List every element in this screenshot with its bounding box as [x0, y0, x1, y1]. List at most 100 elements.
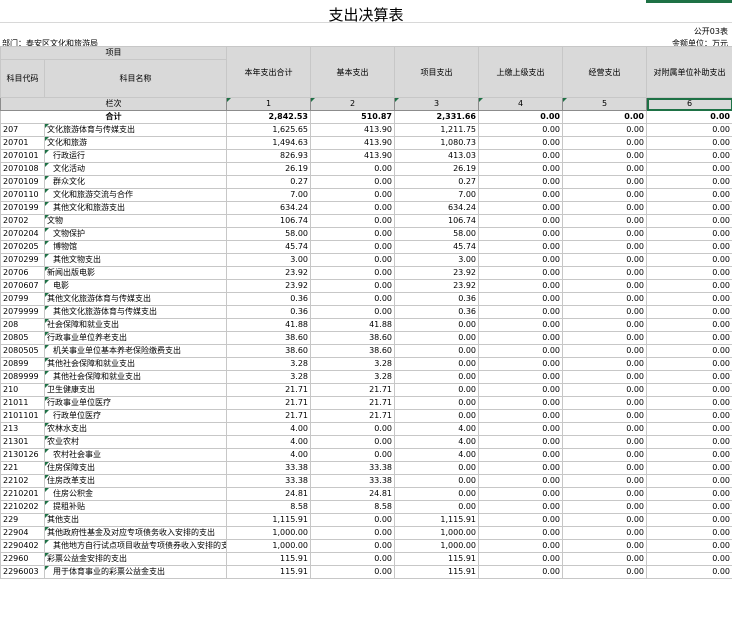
cell-value-1[interactable]: 33.38	[226, 461, 311, 475]
cell-value-2[interactable]: 38.60	[310, 331, 395, 345]
total-value-4[interactable]: 0.00	[478, 110, 563, 124]
cell-value-5[interactable]: 0.00	[562, 565, 647, 579]
cell-name[interactable]: 彩票公益金安排的支出	[44, 552, 227, 566]
cell-value-5[interactable]: 0.00	[562, 175, 647, 189]
cell-value-1[interactable]: 4.00	[226, 448, 311, 462]
total-value-3[interactable]: 2,331.66	[394, 110, 479, 124]
cell-value-2[interactable]: 0.00	[310, 188, 395, 202]
cell-value-6[interactable]: 0.00	[646, 448, 732, 462]
cell-value-4[interactable]: 0.00	[478, 565, 563, 579]
header-col-3[interactable]: 项目支出	[394, 46, 479, 98]
cell-value-3[interactable]: 0.00	[394, 396, 479, 410]
cell-code[interactable]: 2070204	[0, 227, 45, 241]
cell-code[interactable]: 2290402	[0, 539, 45, 553]
header-col-5[interactable]: 经营支出	[562, 46, 647, 98]
cell-value-4[interactable]: 0.00	[478, 279, 563, 293]
cell-value-6[interactable]: 0.00	[646, 383, 732, 397]
cell-code[interactable]: 2070110	[0, 188, 45, 202]
cell-code[interactable]: 221	[0, 461, 45, 475]
cell-value-5[interactable]: 0.00	[562, 214, 647, 228]
cell-value-3[interactable]: 23.92	[394, 266, 479, 280]
cell-value-6[interactable]: 0.00	[646, 149, 732, 163]
cell-value-2[interactable]: 413.90	[310, 136, 395, 150]
cell-value-2[interactable]: 0.00	[310, 539, 395, 553]
cell-value-2[interactable]: 0.00	[310, 435, 395, 449]
cell-code[interactable]: 213	[0, 422, 45, 436]
cell-value-1[interactable]: 45.74	[226, 240, 311, 254]
cell-value-1[interactable]: 38.60	[226, 344, 311, 358]
cell-value-5[interactable]: 0.00	[562, 422, 647, 436]
cell-value-6[interactable]: 0.00	[646, 552, 732, 566]
cell-value-3[interactable]: 0.00	[394, 461, 479, 475]
cell-value-1[interactable]: 21.71	[226, 396, 311, 410]
cell-value-3[interactable]: 4.00	[394, 435, 479, 449]
cell-value-1[interactable]: 7.00	[226, 188, 311, 202]
cell-value-5[interactable]: 0.00	[562, 409, 647, 423]
cell-name[interactable]: 其他社会保障和就业支出	[44, 357, 227, 371]
cell-code[interactable]: 21011	[0, 396, 45, 410]
cell-name[interactable]: 博物馆	[44, 240, 227, 254]
cell-value-3[interactable]: 1,080.73	[394, 136, 479, 150]
cell-value-5[interactable]: 0.00	[562, 227, 647, 241]
lanci-label[interactable]: 栏次	[0, 97, 227, 111]
cell-code[interactable]: 22904	[0, 526, 45, 540]
cell-value-6[interactable]: 0.00	[646, 474, 732, 488]
cell-value-1[interactable]: 115.91	[226, 565, 311, 579]
cell-value-6[interactable]: 0.00	[646, 188, 732, 202]
cell-code[interactable]: 2070205	[0, 240, 45, 254]
cell-name[interactable]: 社会保障和就业支出	[44, 318, 227, 332]
cell-code[interactable]: 2079999	[0, 305, 45, 319]
lanci-2[interactable]: 2	[310, 97, 395, 111]
cell-name[interactable]: 住房改革支出	[44, 474, 227, 488]
cell-value-3[interactable]: 115.91	[394, 552, 479, 566]
cell-value-5[interactable]: 0.00	[562, 370, 647, 384]
cell-value-3[interactable]: 0.36	[394, 292, 479, 306]
cell-name[interactable]: 群众文化	[44, 175, 227, 189]
cell-value-4[interactable]: 0.00	[478, 188, 563, 202]
cell-value-6[interactable]: 0.00	[646, 539, 732, 553]
cell-value-6[interactable]: 0.00	[646, 526, 732, 540]
cell-value-5[interactable]: 0.00	[562, 435, 647, 449]
cell-value-1[interactable]: 4.00	[226, 422, 311, 436]
header-col-6[interactable]: 对附属单位补助支出	[646, 46, 732, 98]
cell-value-2[interactable]: 413.90	[310, 149, 395, 163]
cell-value-5[interactable]: 0.00	[562, 513, 647, 527]
cell-value-1[interactable]: 8.58	[226, 500, 311, 514]
cell-value-4[interactable]: 0.00	[478, 526, 563, 540]
cell-value-4[interactable]: 0.00	[478, 162, 563, 176]
cell-value-3[interactable]: 0.27	[394, 175, 479, 189]
cell-value-6[interactable]: 0.00	[646, 357, 732, 371]
cell-name[interactable]: 住房保障支出	[44, 461, 227, 475]
cell-value-4[interactable]: 0.00	[478, 253, 563, 267]
cell-value-5[interactable]: 0.00	[562, 526, 647, 540]
cell-value-6[interactable]: 0.00	[646, 500, 732, 514]
cell-value-5[interactable]: 0.00	[562, 487, 647, 501]
lanci-1[interactable]: 1	[226, 97, 311, 111]
cell-value-6[interactable]: 0.00	[646, 461, 732, 475]
cell-value-5[interactable]: 0.00	[562, 318, 647, 332]
cell-value-1[interactable]: 1,000.00	[226, 539, 311, 553]
cell-value-4[interactable]: 0.00	[478, 344, 563, 358]
cell-value-5[interactable]: 0.00	[562, 201, 647, 215]
cell-value-1[interactable]: 3.28	[226, 370, 311, 384]
cell-value-5[interactable]: 0.00	[562, 279, 647, 293]
cell-name[interactable]: 文物保护	[44, 227, 227, 241]
cell-name[interactable]: 文化旅游体育与传媒支出	[44, 123, 227, 137]
cell-name[interactable]: 其他社会保障和就业支出	[44, 370, 227, 384]
cell-name[interactable]: 农村社会事业	[44, 448, 227, 462]
cell-value-3[interactable]: 0.00	[394, 331, 479, 345]
cell-value-1[interactable]: 106.74	[226, 214, 311, 228]
cell-value-6[interactable]: 0.00	[646, 279, 732, 293]
cell-value-6[interactable]: 0.00	[646, 227, 732, 241]
total-value-6[interactable]: 0.00	[646, 110, 732, 124]
cell-code[interactable]: 20706	[0, 266, 45, 280]
cell-value-2[interactable]: 41.88	[310, 318, 395, 332]
cell-name[interactable]: 其他文化旅游体育与传媒支出	[44, 305, 227, 319]
cell-value-5[interactable]: 0.00	[562, 500, 647, 514]
cell-value-3[interactable]: 0.00	[394, 487, 479, 501]
cell-value-4[interactable]: 0.00	[478, 383, 563, 397]
cell-value-2[interactable]: 413.90	[310, 123, 395, 137]
cell-value-4[interactable]: 0.00	[478, 448, 563, 462]
cell-value-6[interactable]: 0.00	[646, 396, 732, 410]
cell-value-3[interactable]: 4.00	[394, 422, 479, 436]
